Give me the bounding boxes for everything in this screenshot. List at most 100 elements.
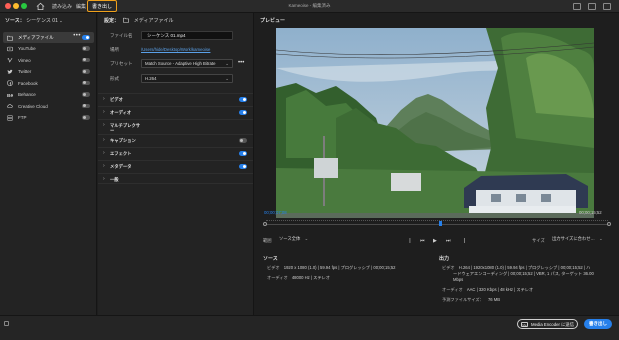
destination-youtube[interactable]: YouTube — [3, 43, 94, 54]
output-size-key: 予測ファイルサイズ： — [442, 297, 484, 302]
destination-twitter[interactable]: Twitter — [3, 66, 94, 77]
section-general[interactable]: › 一般 — [98, 173, 253, 184]
more-options-icon[interactable]: ••• — [73, 33, 81, 39]
bottom-bar: Me Media Encoder に送信 書き出し — [0, 315, 619, 340]
section-effects[interactable]: › エフェクト — [98, 147, 253, 158]
format-label: 形式 — [110, 76, 119, 81]
preset-select[interactable]: Match Source - Adaptive High Bitrate ⌄ — [141, 59, 233, 68]
section-label: マルチプレクサー — [110, 123, 141, 133]
fullscreen-icon[interactable] — [588, 3, 596, 10]
section-video[interactable]: › ビデオ — [98, 93, 253, 104]
section-label: メタデータ — [110, 164, 132, 169]
destination-ftp[interactable]: FTP — [3, 112, 94, 123]
step-back-icon[interactable]: ⏮ — [420, 238, 425, 244]
source-audio-key: オーディオ — [267, 275, 288, 280]
timeline-ticks — [266, 220, 608, 222]
size-select[interactable]: 出力サイズに合わせ… ⌄ — [549, 235, 611, 243]
settings-label: 設定： — [104, 18, 120, 24]
format-select[interactable]: H.264 ⌄ — [141, 74, 233, 83]
source-value[interactable]: シーケンス 01 — [26, 18, 58, 24]
output-audio-info: オーディオ AAC | 320 Kbps | 48 kHz | ステレオ — [442, 287, 533, 293]
preview-title: プレビュー — [260, 18, 286, 24]
destinations-panel: ソース： シーケンス 01 ⌄ メディアファイル ••• YouTube Vim… — [0, 13, 97, 315]
section-toggle[interactable] — [239, 164, 247, 169]
destination-toggle[interactable] — [82, 57, 90, 62]
section-label: ビデオ — [110, 97, 123, 102]
destination-label: Facebook — [18, 80, 38, 86]
preview-panel: プレビュー 00;00;07;08 00;00;15;52 範囲 ソース全体 ⌄… — [255, 13, 619, 315]
output-video-value-3: Mbps — [453, 277, 464, 282]
output-audio-value: AAC | 320 Kbps | 48 kHz | ステレオ — [466, 287, 534, 292]
chevron-right-icon: › — [103, 163, 105, 169]
chevron-down-icon: ⌄ — [599, 236, 603, 241]
destination-media-file[interactable]: メディアファイル ••• — [3, 32, 94, 43]
chevron-right-icon: › — [103, 96, 105, 102]
media-encoder-icon: Me — [521, 321, 528, 327]
chevron-down-icon[interactable]: ⌄ — [59, 18, 62, 23]
source-info-title: ソース — [263, 256, 278, 262]
destination-vimeo[interactable]: Vimeo — [3, 55, 94, 66]
panel-layout-icon[interactable] — [573, 3, 581, 10]
settings-target: メディアファイル — [133, 18, 174, 24]
range-select[interactable]: ソース全体 ⌄ — [276, 235, 334, 243]
destination-toggle[interactable] — [82, 103, 90, 108]
section-multiplexer[interactable]: › マルチプレクサー — [98, 119, 253, 133]
behance-icon: Bē — [7, 92, 13, 97]
section-captions[interactable]: › キャプション — [98, 134, 253, 145]
folder-icon — [123, 17, 130, 23]
output-video-info-3: Mbps — [453, 277, 463, 282]
output-video-key: ビデオ — [442, 265, 455, 270]
destination-label: Twitter — [18, 69, 32, 74]
destination-toggle[interactable] — [82, 69, 90, 74]
chevron-right-icon: › — [103, 150, 105, 156]
destination-facebook[interactable]: Facebook — [3, 78, 94, 89]
in-point-handle[interactable] — [263, 222, 267, 226]
out-point-handle[interactable] — [607, 222, 611, 226]
workspace-icon[interactable] — [603, 3, 611, 10]
send-to-media-encoder-button[interactable]: Me Media Encoder に送信 — [517, 319, 578, 329]
svg-text:Bē: Bē — [7, 92, 13, 97]
section-toggle[interactable] — [239, 97, 247, 102]
in-point-icon[interactable]: ⎸ — [410, 238, 415, 244]
output-size-value: 76 MB — [487, 297, 501, 302]
end-timecode: 00;00;15;52 — [579, 210, 602, 215]
step-forward-icon[interactable]: ⏭ — [446, 238, 451, 244]
destination-toggle[interactable] — [82, 35, 90, 40]
output-video-info-2: ードウェアエンコーディング | 00;00;15;52 | VBR, 1 パス,… — [453, 271, 594, 277]
destination-label: Behance — [18, 92, 36, 97]
play-icon[interactable]: ▶ — [433, 238, 437, 244]
location-link[interactable]: /Users/hide/Desktop/Work/kameoise — [141, 47, 210, 52]
timeline-scrubber[interactable] — [263, 219, 611, 229]
preview-video-frame — [276, 28, 594, 218]
destination-toggle[interactable] — [82, 115, 90, 120]
ftp-server-icon — [7, 114, 13, 121]
destination-creative-cloud[interactable]: Creative Cloud — [3, 101, 94, 112]
filename-input[interactable]: シーケンス 01.mp4 — [141, 31, 233, 40]
source-video-info: ビデオ 1920 x 1080 (1.0) | 59.94 fps | プログレ… — [267, 265, 395, 271]
export-button[interactable]: 書き出し — [584, 319, 612, 329]
chevron-right-icon: › — [103, 122, 105, 128]
preset-more-icon[interactable]: ••• — [238, 60, 244, 66]
settings-header: 設定： メディアファイル — [104, 17, 173, 24]
destination-toggle[interactable] — [82, 92, 90, 97]
destination-toggle[interactable] — [82, 80, 90, 85]
chevron-right-icon: › — [103, 137, 105, 143]
out-point-icon[interactable]: ⎹ — [460, 238, 465, 244]
playhead[interactable] — [439, 221, 442, 226]
chevron-down-icon: ⌄ — [225, 61, 229, 66]
section-toggle[interactable] — [239, 151, 247, 156]
panel-toggle-icon[interactable] — [4, 321, 9, 326]
destination-toggle[interactable] — [82, 46, 90, 51]
settings-panel: 設定： メディアファイル ファイル名 シーケンス 01.mp4 場所 /User… — [98, 13, 254, 315]
source-label: ソース： — [5, 18, 25, 24]
size-value: 出力サイズに合わせ… — [552, 236, 595, 241]
destination-behance[interactable]: Bē Behance — [3, 89, 94, 100]
section-metadata[interactable]: › メタデータ — [98, 160, 253, 171]
section-toggle[interactable] — [239, 110, 247, 115]
media-encoder-label: Media Encoder に送信 — [531, 322, 574, 327]
timeline-track — [266, 224, 608, 225]
section-toggle[interactable] — [239, 138, 247, 143]
section-audio[interactable]: › オーディオ — [98, 106, 253, 117]
vimeo-icon — [7, 57, 13, 63]
facebook-icon — [7, 80, 13, 86]
